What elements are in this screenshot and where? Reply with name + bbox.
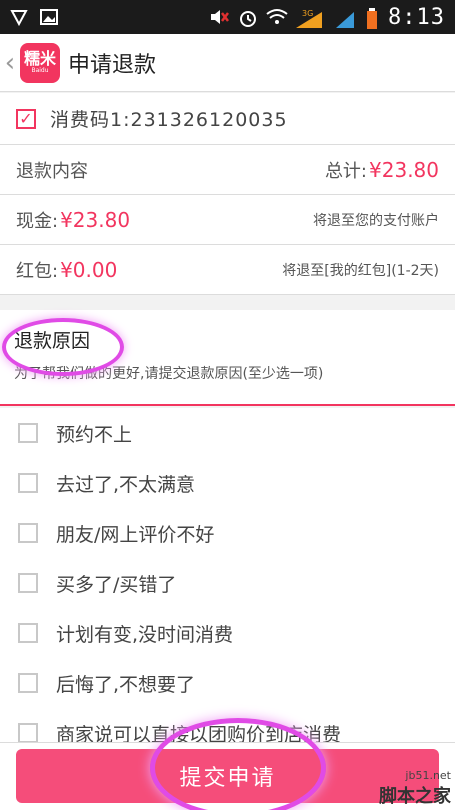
- section-gap: [0, 295, 455, 310]
- wifi-icon: [266, 8, 288, 26]
- option-checkbox[interactable]: [18, 623, 38, 643]
- alarm-icon: [238, 8, 257, 27]
- red-packet-row: 红包: ¥0.00 将退至[我的红包](1-2天): [0, 245, 455, 295]
- reason-section: 退款原因 为了帮我们做的更好,请提交退款原因(至少选一项): [0, 310, 455, 406]
- page-title: 申请退款: [68, 52, 157, 78]
- submit-button[interactable]: 提交申请: [16, 749, 439, 803]
- status-bar: 3G 8:13: [0, 0, 455, 34]
- coupon-checkbox[interactable]: ✓: [16, 108, 36, 129]
- mute-icon: [210, 8, 230, 26]
- shield-icon: [10, 8, 28, 27]
- option-label: 预约不上: [56, 423, 133, 446]
- reason-option[interactable]: 去过了,不太满意: [0, 458, 455, 508]
- cash-label: 现金:: [16, 210, 59, 232]
- reason-subtitle: 为了帮我们做的更好,请提交退款原因(至少选一项): [14, 366, 324, 382]
- cash-row: 现金: ¥23.80 将退至您的支付账户: [0, 195, 455, 245]
- clock: 8:13: [388, 4, 445, 30]
- reason-option[interactable]: 商家说可以直接以团购价到店消费: [0, 708, 455, 742]
- reason-option[interactable]: 预约不上: [0, 408, 455, 458]
- network-type: 3G: [302, 9, 313, 18]
- total-label: 总计:: [324, 160, 368, 182]
- refund-content-row: 退款内容 总计: ¥23.80: [0, 145, 455, 195]
- refund-content-label: 退款内容: [16, 160, 88, 182]
- bottom-bar: 提交申请: [0, 742, 455, 810]
- option-label: 买多了/买错了: [56, 573, 177, 596]
- logo-subtext: Baidu: [31, 66, 49, 74]
- coupon-row[interactable]: ✓ 消费码1:231326120035: [0, 93, 455, 145]
- reason-option[interactable]: 计划有变,没时间消费: [0, 608, 455, 658]
- option-checkbox[interactable]: [18, 523, 38, 543]
- option-label: 后悔了,不想要了: [56, 673, 196, 696]
- option-label: 去过了,不太满意: [56, 473, 196, 496]
- option-label: 朋友/网上评价不好: [56, 523, 215, 546]
- total-group: 总计: ¥23.80: [325, 157, 439, 183]
- cash-hint: 将退至您的支付账户: [313, 212, 439, 229]
- option-label: 计划有变,没时间消费: [56, 623, 234, 646]
- option-label: 商家说可以直接以团购价到店消费: [56, 723, 342, 743]
- logo-text: 糯米: [23, 48, 56, 68]
- reason-option[interactable]: 朋友/网上评价不好: [0, 508, 455, 558]
- signal-icon: 3G: [294, 8, 324, 28]
- signal-icon-2: [334, 8, 356, 28]
- option-checkbox[interactable]: [18, 573, 38, 593]
- option-checkbox[interactable]: [18, 723, 38, 742]
- battery-icon: [366, 8, 378, 29]
- reason-option[interactable]: 后悔了,不想要了: [0, 658, 455, 708]
- status-left: [10, 8, 58, 27]
- red-packet-hint: 将退至[我的红包](1-2天): [282, 262, 439, 279]
- option-checkbox[interactable]: [18, 423, 38, 443]
- reason-options-list[interactable]: 预约不上 去过了,不太满意 朋友/网上评价不好 买多了/买错了 计划有变,没时间…: [0, 408, 455, 742]
- option-checkbox[interactable]: [18, 473, 38, 493]
- back-icon[interactable]: ‹: [2, 48, 18, 78]
- red-packet-value: ¥0.00: [60, 257, 118, 282]
- reason-title: 退款原因: [14, 330, 91, 352]
- option-checkbox[interactable]: [18, 673, 38, 693]
- cash-value: ¥23.80: [60, 207, 131, 232]
- coupon-code: 消费码1:231326120035: [50, 109, 288, 131]
- app-logo: 糯米 Baidu: [20, 42, 60, 83]
- total-value: ¥23.80: [369, 157, 439, 182]
- red-packet-label: 红包:: [16, 260, 59, 282]
- image-icon: [40, 8, 58, 26]
- status-right: 3G 8:13: [210, 5, 445, 30]
- nav-bar: ‹ 糯米 Baidu 申请退款: [0, 34, 455, 92]
- reason-option[interactable]: 买多了/买错了: [0, 558, 455, 608]
